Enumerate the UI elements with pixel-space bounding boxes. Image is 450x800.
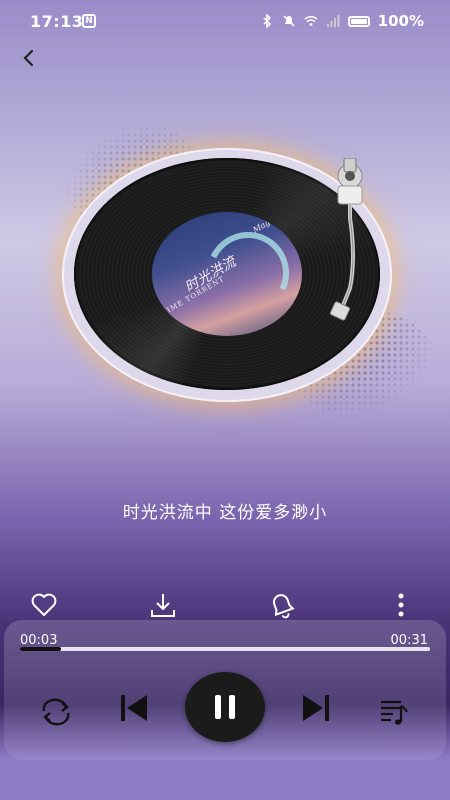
pause-icon (215, 695, 235, 719)
action-row (0, 588, 450, 622)
bell-icon (272, 594, 295, 619)
bluetooth-icon (263, 14, 271, 28)
nfc-icon: N (82, 14, 96, 28)
next-button[interactable] (296, 688, 336, 728)
more-options-button[interactable] (384, 588, 418, 622)
total-time: 00:31 (390, 633, 428, 648)
current-lyric: 时光洪流中 这份爱多渺小 (122, 503, 328, 523)
progress-fill (20, 647, 61, 651)
playlist-icon (381, 700, 408, 725)
more-vertical-icon (398, 593, 404, 617)
previous-button[interactable] (114, 688, 154, 728)
progress-slider[interactable] (20, 647, 430, 651)
battery-percent: 100% (377, 12, 424, 30)
playlist-button[interactable] (374, 692, 414, 732)
tonearm (329, 158, 363, 321)
battery-icon (347, 15, 370, 27)
mute-icon (283, 15, 295, 27)
chevron-left-icon (23, 49, 34, 67)
album-cover: 时光洪流 TIME TORRENT Magic (152, 212, 302, 336)
previous-icon (121, 695, 147, 721)
elapsed-time: 00:03 (20, 633, 58, 648)
play-pause-button[interactable] (185, 672, 265, 742)
next-icon (303, 695, 329, 721)
ringtone-button[interactable] (265, 588, 299, 622)
status-bar: 17:13 N 100% (0, 0, 450, 44)
favorite-button[interactable] (27, 588, 61, 622)
download-icon (151, 594, 175, 617)
status-icons: 100% (260, 12, 424, 30)
turntable: 时光洪流 TIME TORRENT Magic (40, 120, 440, 420)
heart-icon (31, 593, 57, 616)
repeat-icon (42, 698, 70, 726)
status-time: 17:13 (30, 12, 84, 31)
download-button[interactable] (146, 588, 180, 622)
signal-icon (326, 15, 340, 27)
back-button[interactable] (14, 44, 42, 72)
repeat-button[interactable] (36, 692, 76, 732)
wifi-icon (304, 16, 318, 26)
